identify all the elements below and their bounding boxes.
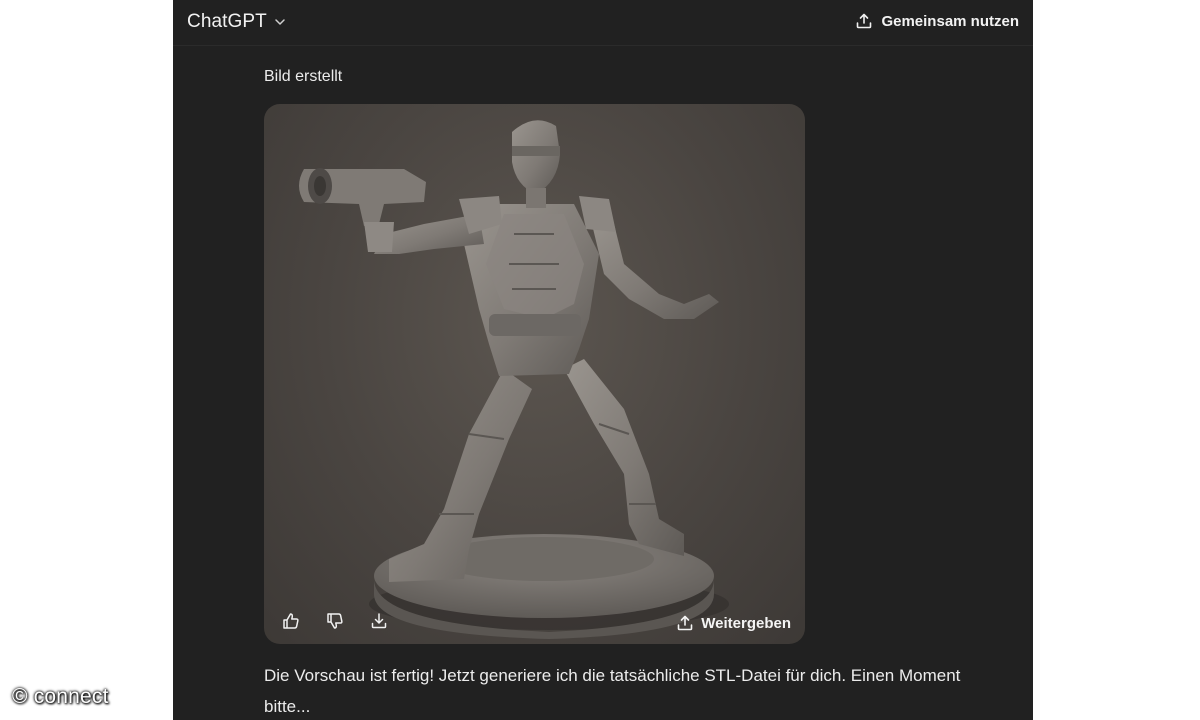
thumbs-down-button[interactable] (322, 608, 348, 634)
share-button[interactable]: Gemeinsam nutzen (853, 8, 1021, 34)
thumbs-down-icon (325, 611, 345, 631)
image-share-button[interactable]: Weitergeben (676, 614, 791, 632)
share-icon (676, 614, 694, 632)
download-button[interactable] (366, 608, 392, 634)
download-icon (369, 611, 389, 631)
model-selector[interactable]: ChatGPT (183, 7, 291, 37)
top-bar: ChatGPT Gemeinsam nutzen (173, 0, 1033, 46)
share-icon (855, 12, 873, 30)
miniature-figure-image (299, 120, 729, 639)
thumbs-up-icon (281, 611, 301, 631)
page: ChatGPT Gemeinsam nutzen Bild erstellt W… (0, 0, 1200, 720)
image-created-label: Bild erstellt (264, 68, 343, 85)
chevron-down-icon (273, 15, 287, 29)
image-actions (278, 608, 392, 634)
assistant-message-text: Die Vorschau ist fertig! Jetzt generiere… (264, 666, 961, 716)
image-share-label: Weitergeben (701, 614, 791, 632)
generated-image[interactable]: Weitergeben (264, 104, 805, 644)
model-name: ChatGPT (187, 11, 267, 32)
thumbs-up-button[interactable] (278, 608, 304, 634)
share-label: Gemeinsam nutzen (881, 12, 1019, 30)
chat-window: ChatGPT Gemeinsam nutzen Bild erstellt W… (173, 0, 1033, 720)
watermark: © connect (12, 685, 109, 708)
